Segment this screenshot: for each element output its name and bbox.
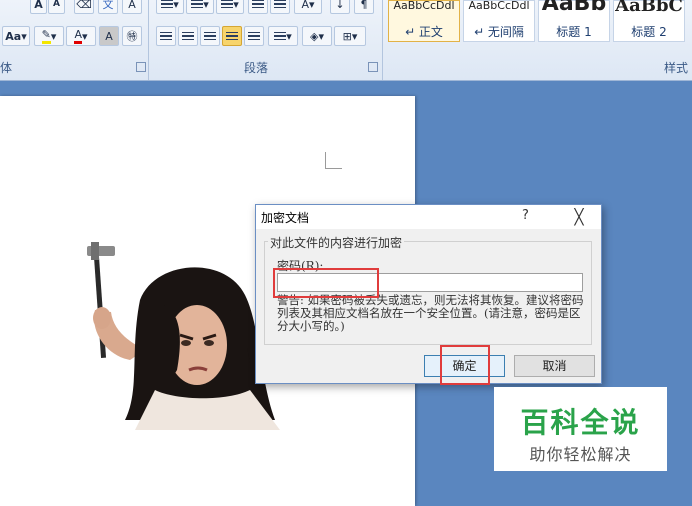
help-button[interactable]: ? bbox=[522, 208, 529, 223]
styles-group-label: 样式 bbox=[664, 61, 689, 75]
enclose-char-button[interactable]: ㊕ bbox=[122, 26, 142, 46]
clear-format-button[interactable]: ⌫ bbox=[74, 0, 94, 14]
ok-highlight-box bbox=[440, 345, 490, 385]
align-right-button[interactable] bbox=[200, 26, 220, 46]
phonetic-guide-button[interactable]: 文 bbox=[98, 0, 118, 14]
watermark-logo: 百科全说 助你轻松解决 bbox=[494, 387, 667, 471]
align-center-button[interactable] bbox=[178, 26, 198, 46]
distributed-button[interactable] bbox=[244, 26, 264, 46]
paragraph-group-label: 段落 bbox=[244, 61, 269, 75]
dialog-title: 加密文档 bbox=[261, 211, 310, 225]
grow-font-button[interactable]: A bbox=[30, 0, 47, 14]
align-left-button[interactable] bbox=[156, 26, 176, 46]
font-dialog-launcher[interactable] bbox=[136, 62, 146, 72]
shrink-font-button[interactable]: A bbox=[48, 0, 65, 14]
password-highlight-box bbox=[273, 268, 379, 298]
style-no-spacing[interactable]: AaBbCcDdl ↵ 无间隔 bbox=[463, 0, 535, 42]
line-spacing-button[interactable]: ▾ bbox=[268, 26, 298, 46]
highlight-color-button[interactable]: ✎ ▾ bbox=[34, 26, 64, 46]
sort-button[interactable]: ↓ bbox=[330, 0, 350, 14]
margin-corner-mark bbox=[325, 152, 342, 169]
paragraph-dialog-launcher[interactable] bbox=[368, 62, 378, 72]
multilevel-list-button[interactable]: ▾ bbox=[216, 0, 244, 14]
style-normal[interactable]: AaBbCcDdl ↵ 正文 bbox=[388, 0, 460, 42]
bullets-button[interactable]: ▾ bbox=[156, 0, 184, 14]
shading-button[interactable]: ◈▾ bbox=[302, 26, 332, 46]
style-heading-1[interactable]: AaBb 标题 1 bbox=[538, 0, 610, 42]
watermark-title: 百科全说 bbox=[520, 406, 641, 439]
chinese-layout-button[interactable]: A▾ bbox=[294, 0, 322, 14]
font-group-label: 体 bbox=[0, 61, 13, 75]
font-color-icon: A bbox=[74, 28, 82, 44]
ribbon: A A ⌫ 文 A Aa ▾ ✎ ▾ A ▾ A ㊕ 体 ▾ ▾ ▾ A▾ ↓ ¶ ▾… bbox=[0, 0, 692, 81]
highlighter-icon: ✎ bbox=[41, 28, 51, 44]
cancel-button[interactable]: 取消 bbox=[514, 355, 595, 377]
dialog-titlebar[interactable]: 加密文档 ? ╳ bbox=[256, 205, 601, 229]
char-shading-button[interactable]: A bbox=[99, 26, 119, 46]
separator bbox=[148, 0, 149, 80]
warning-text: 警告: 如果密码被丢失或遗忘，则无法将其恢复。建议将密码列表及其相应文档名放在一… bbox=[277, 293, 584, 333]
show-marks-button[interactable]: ¶ bbox=[354, 0, 374, 14]
watermark-subtitle: 助你轻松解决 bbox=[529, 445, 632, 464]
increase-indent-button[interactable] bbox=[270, 0, 290, 14]
borders-button[interactable]: ⊞▾ bbox=[334, 26, 366, 46]
separator bbox=[382, 0, 383, 80]
font-color-button[interactable]: A ▾ bbox=[66, 26, 96, 46]
groupbox-label: 对此文件的内容进行加密 bbox=[268, 234, 405, 251]
change-case-button[interactable]: Aa ▾ bbox=[2, 26, 30, 46]
numbering-button[interactable]: ▾ bbox=[186, 0, 214, 14]
char-border-button[interactable]: A bbox=[122, 0, 142, 14]
decrease-indent-button[interactable] bbox=[248, 0, 268, 14]
justify-button[interactable] bbox=[222, 26, 242, 46]
close-icon[interactable]: ╳ bbox=[566, 205, 592, 229]
style-heading-2[interactable]: AaBbC 标题 2 bbox=[613, 0, 685, 42]
